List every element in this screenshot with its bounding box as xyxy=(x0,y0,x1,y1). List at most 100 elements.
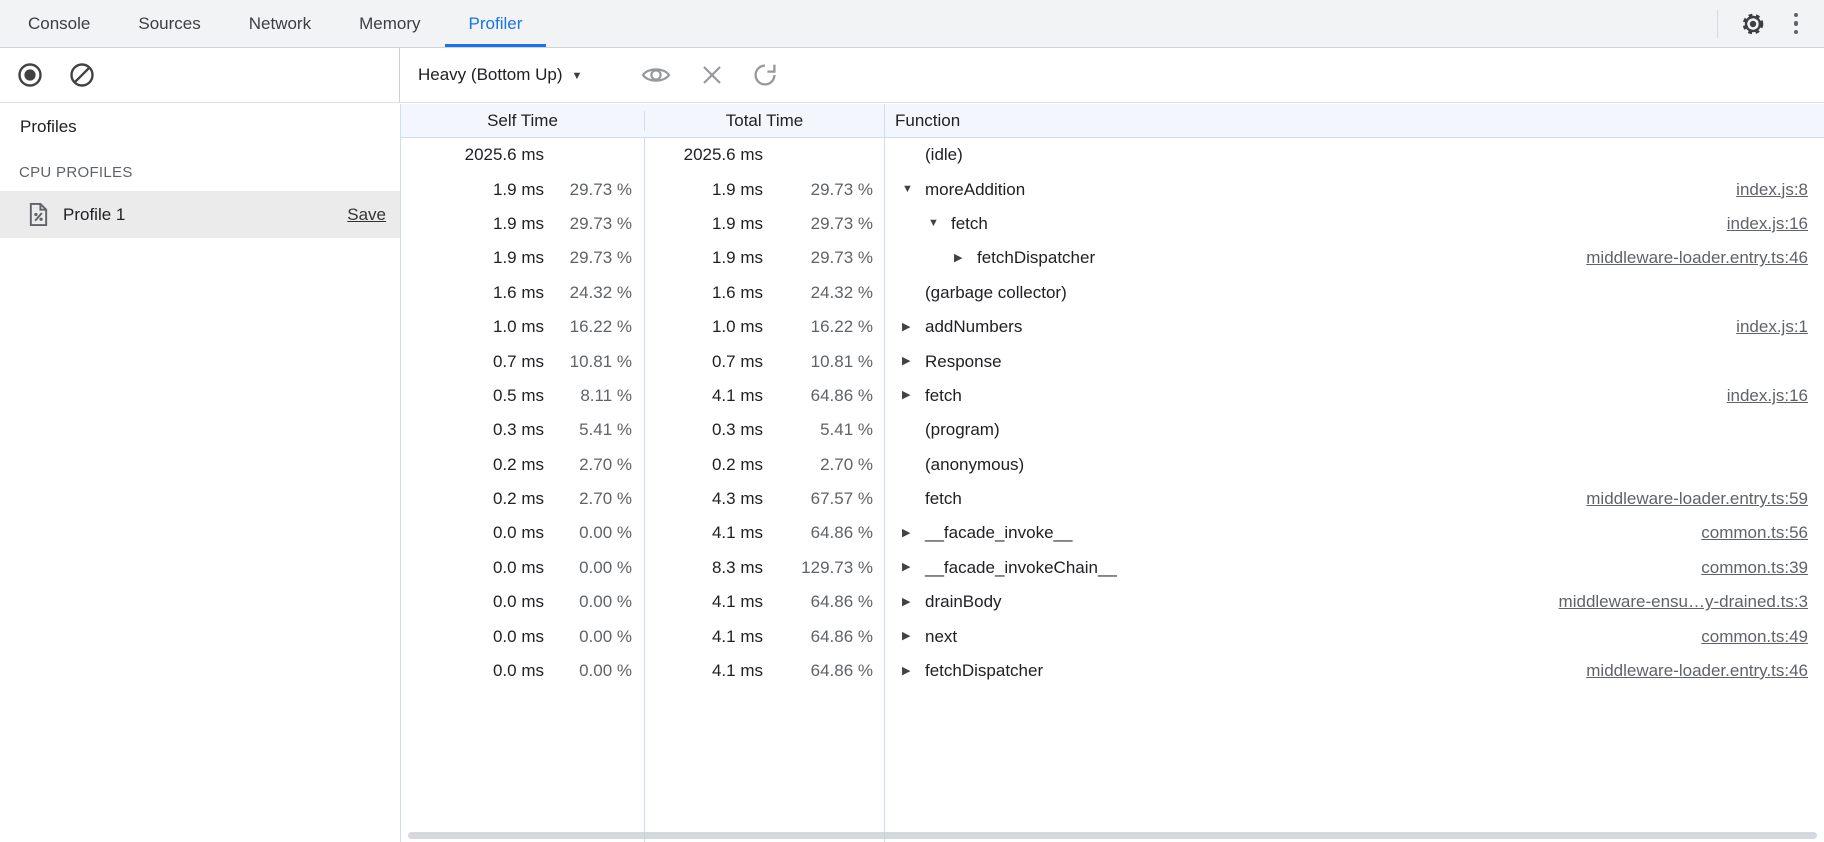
total-time-percent: 64.86 % xyxy=(763,523,873,543)
profile-table-row[interactable]: 0.7 ms 10.81 % 0.7 ms 10.81 % ▶ Response xyxy=(401,344,1824,378)
column-header-self-time[interactable]: Self Time xyxy=(401,111,644,131)
source-location-link[interactable]: middleware-loader.entry.ts:46 xyxy=(1586,248,1824,268)
expand-arrow-icon[interactable]: ▶ xyxy=(902,597,925,608)
view-selector-dropdown[interactable]: Heavy (Bottom Up) ▼ xyxy=(418,65,582,85)
total-time-ms: 4.1 ms xyxy=(645,386,763,406)
tab-console[interactable]: Console xyxy=(4,0,114,47)
expand-arrow-icon[interactable]: ▶ xyxy=(902,528,925,539)
gear-icon xyxy=(1740,11,1766,37)
profiles-sidebar: Profiles CPU PROFILES Profile 1 Save xyxy=(0,104,400,842)
expand-arrow-icon[interactable]: ▶ xyxy=(902,356,925,367)
total-time-percent: 5.41 % xyxy=(763,420,873,440)
self-time-ms: 0.5 ms xyxy=(401,386,544,406)
function-cell: ▶ fetchDispatcher middleware-loader.entr… xyxy=(884,654,1824,688)
total-time-cell: 4.1 ms 64.86 % xyxy=(644,379,884,413)
total-time-percent: 16.22 % xyxy=(763,317,873,337)
source-location-link[interactable]: index.js:1 xyxy=(1736,317,1824,337)
profile-table-row[interactable]: 0.0 ms 0.00 % 4.1 ms 64.86 % ▶ next comm… xyxy=(401,619,1824,653)
close-icon xyxy=(700,63,724,87)
profile-table-row[interactable]: 2025.6 ms 2025.6 ms (idle) xyxy=(401,138,1824,172)
source-location-link[interactable]: middleware-loader.entry.ts:59 xyxy=(1586,489,1824,509)
profile-table-row[interactable]: 0.0 ms 0.00 % 4.1 ms 64.86 % ▶ drainBody… xyxy=(401,585,1824,619)
source-location-link[interactable]: middleware-loader.entry.ts:46 xyxy=(1586,661,1824,681)
profile-list-item[interactable]: Profile 1 Save xyxy=(0,191,400,238)
source-location-link[interactable]: index.js:8 xyxy=(1736,180,1824,200)
save-profile-link[interactable]: Save xyxy=(347,205,386,225)
expand-arrow-icon[interactable]: ▶ xyxy=(902,562,925,573)
toolbar-left xyxy=(0,48,400,102)
self-time-cell: 0.2 ms 2.70 % xyxy=(401,482,644,516)
function-name: (idle) xyxy=(925,145,963,165)
total-time-cell: 2025.6 ms xyxy=(644,138,884,172)
tabbar-right-controls xyxy=(1717,0,1824,47)
self-time-ms: 1.9 ms xyxy=(401,214,544,234)
tab-network[interactable]: Network xyxy=(225,0,335,47)
expand-arrow-icon[interactable]: ▶ xyxy=(902,390,925,401)
self-time-cell: 1.9 ms 29.73 % xyxy=(401,241,644,275)
profile-table-row[interactable]: 1.0 ms 16.22 % 1.0 ms 16.22 % ▶ addNumbe… xyxy=(401,310,1824,344)
exclude-function-button[interactable] xyxy=(700,63,724,87)
restore-functions-button[interactable] xyxy=(752,62,778,88)
horizontal-scrollbar[interactable] xyxy=(408,832,1817,839)
expand-arrow-icon[interactable]: ▶ xyxy=(902,631,925,642)
source-location-link[interactable]: common.ts:39 xyxy=(1701,558,1824,578)
profile-table-row[interactable]: 1.9 ms 29.73 % 1.9 ms 29.73 % ▼ fetch in… xyxy=(401,207,1824,241)
expand-arrow-icon[interactable]: ▶ xyxy=(902,322,925,333)
self-time-percent: 0.00 % xyxy=(544,627,632,647)
cpu-profiles-section-label: CPU PROFILES xyxy=(19,164,400,181)
function-cell: ▶ drainBody middleware-ensu…y-drained.ts… xyxy=(884,585,1824,619)
self-time-percent: 5.41 % xyxy=(544,420,632,440)
self-time-percent: 0.00 % xyxy=(544,523,632,543)
profile-table-row[interactable]: 0.2 ms 2.70 % 0.2 ms 2.70 % (anonymous) xyxy=(401,448,1824,482)
devtools-tabbar: Console Sources Network Memory Profiler xyxy=(0,0,1824,48)
total-time-percent: 64.86 % xyxy=(763,661,873,681)
function-name: (program) xyxy=(925,420,1000,440)
expand-arrow-icon[interactable]: ▼ xyxy=(928,218,951,229)
more-options-button[interactable] xyxy=(1788,9,1805,39)
dropdown-caret-icon: ▼ xyxy=(572,69,583,82)
column-header-function[interactable]: Function xyxy=(884,104,1824,137)
profile-table-row[interactable]: 0.0 ms 0.00 % 4.1 ms 64.86 % ▶ fetchDisp… xyxy=(401,654,1824,688)
tab-profiler[interactable]: Profiler xyxy=(445,0,547,47)
self-time-ms: 0.3 ms xyxy=(401,420,544,440)
record-profile-button[interactable] xyxy=(16,61,44,89)
settings-button[interactable] xyxy=(1740,11,1766,37)
profile-table-row[interactable]: 0.0 ms 0.00 % 4.1 ms 64.86 % ▶ __facade_… xyxy=(401,516,1824,550)
function-cell: ▶ __facade_invokeChain__ common.ts:39 xyxy=(884,551,1824,585)
profile-table-row[interactable]: 0.3 ms 5.41 % 0.3 ms 5.41 % (program) xyxy=(401,413,1824,447)
column-header-total-time[interactable]: Total Time xyxy=(644,111,884,131)
source-location-link[interactable]: middleware-ensu…y-drained.ts:3 xyxy=(1559,592,1824,612)
profile-table-row[interactable]: 0.0 ms 0.00 % 8.3 ms 129.73 % ▶ __facade… xyxy=(401,551,1824,585)
self-time-cell: 0.2 ms 2.70 % xyxy=(401,448,644,482)
expand-arrow-icon[interactable]: ▶ xyxy=(954,253,977,264)
function-cell: (program) xyxy=(884,413,1824,447)
function-cell: (garbage collector) xyxy=(884,276,1824,310)
self-time-ms: 0.2 ms xyxy=(401,455,544,475)
total-time-cell: 4.3 ms 67.57 % xyxy=(644,482,884,516)
self-time-ms: 0.0 ms xyxy=(401,523,544,543)
self-time-percent: 29.73 % xyxy=(544,180,632,200)
profile-table-row[interactable]: 0.5 ms 8.11 % 4.1 ms 64.86 % ▶ fetch ind… xyxy=(401,379,1824,413)
grid-body: 2025.6 ms 2025.6 ms (idle) 1.9 ms 29.73 … xyxy=(401,138,1824,688)
focus-function-button[interactable] xyxy=(640,63,672,87)
source-location-link[interactable]: index.js:16 xyxy=(1727,214,1824,234)
profile-table-row[interactable]: 1.9 ms 29.73 % 1.9 ms 29.73 % ▶ fetchDis… xyxy=(401,241,1824,275)
function-name: (garbage collector) xyxy=(925,283,1067,303)
tab-sources[interactable]: Sources xyxy=(114,0,224,47)
function-name: fetchDispatcher xyxy=(925,661,1043,681)
tabbar-divider xyxy=(1717,10,1718,38)
expand-arrow-icon[interactable]: ▼ xyxy=(902,184,925,195)
total-time-ms: 4.1 ms xyxy=(645,627,763,647)
clear-profiles-button[interactable] xyxy=(68,61,96,89)
view-selector-label: Heavy (Bottom Up) xyxy=(418,65,563,85)
profile-table-row[interactable]: 1.9 ms 29.73 % 1.9 ms 29.73 % ▼ moreAddi… xyxy=(401,172,1824,206)
source-location-link[interactable]: index.js:16 xyxy=(1727,386,1824,406)
profile-table-row[interactable]: 0.2 ms 2.70 % 4.3 ms 67.57 % fetch middl… xyxy=(401,482,1824,516)
profile-table-row[interactable]: 1.6 ms 24.32 % 1.6 ms 24.32 % (garbage c… xyxy=(401,276,1824,310)
tab-memory[interactable]: Memory xyxy=(335,0,444,47)
expand-arrow-icon[interactable]: ▶ xyxy=(902,666,925,677)
source-location-link[interactable]: common.ts:56 xyxy=(1701,523,1824,543)
total-time-ms: 0.3 ms xyxy=(645,420,763,440)
self-time-ms: 0.0 ms xyxy=(401,661,544,681)
source-location-link[interactable]: common.ts:49 xyxy=(1701,627,1824,647)
